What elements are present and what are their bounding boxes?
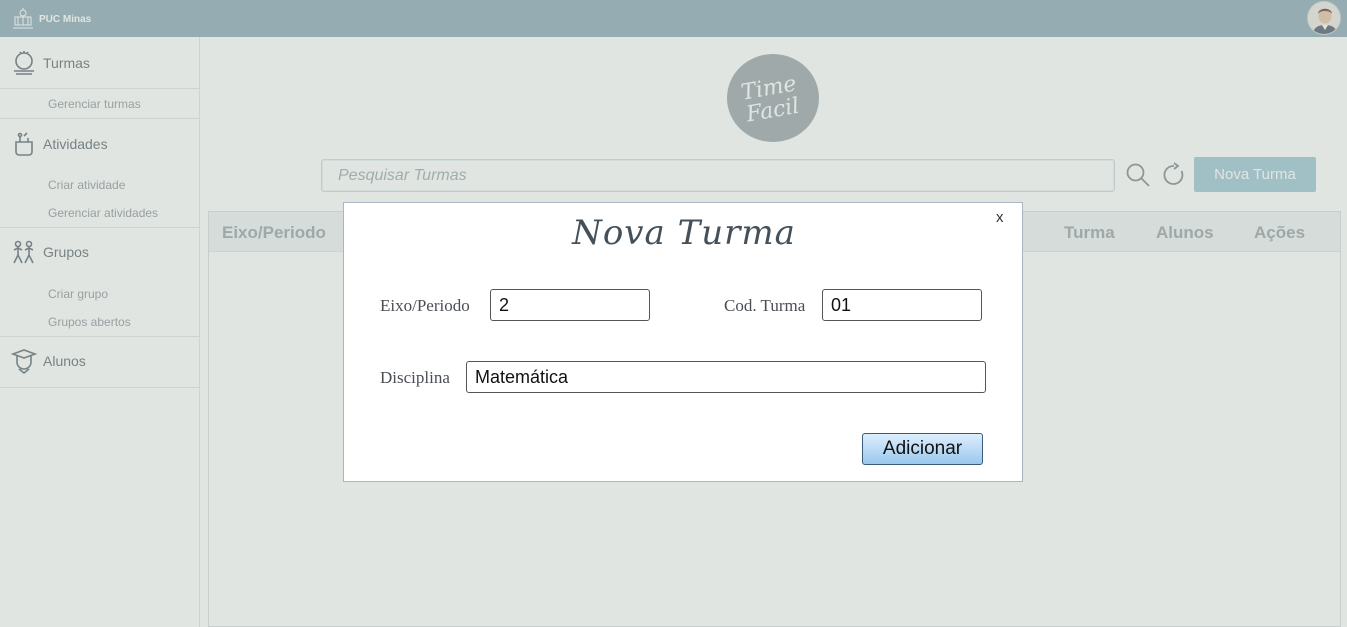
cod-turma-field[interactable] — [822, 289, 982, 321]
eixo-periodo-label: Eixo/Periodo — [380, 296, 470, 315]
disciplina-label: Disciplina — [380, 368, 450, 387]
modal-title: Nova Turma — [572, 213, 796, 253]
eixo-periodo-field[interactable] — [490, 289, 650, 321]
add-button[interactable]: Adicionar — [862, 433, 983, 465]
cod-turma-label: Cod. Turma — [724, 296, 806, 315]
disciplina-field[interactable] — [466, 361, 986, 393]
new-class-modal: x Nova Turma Eixo/Periodo Cod. Turma Dis… — [343, 202, 1023, 482]
